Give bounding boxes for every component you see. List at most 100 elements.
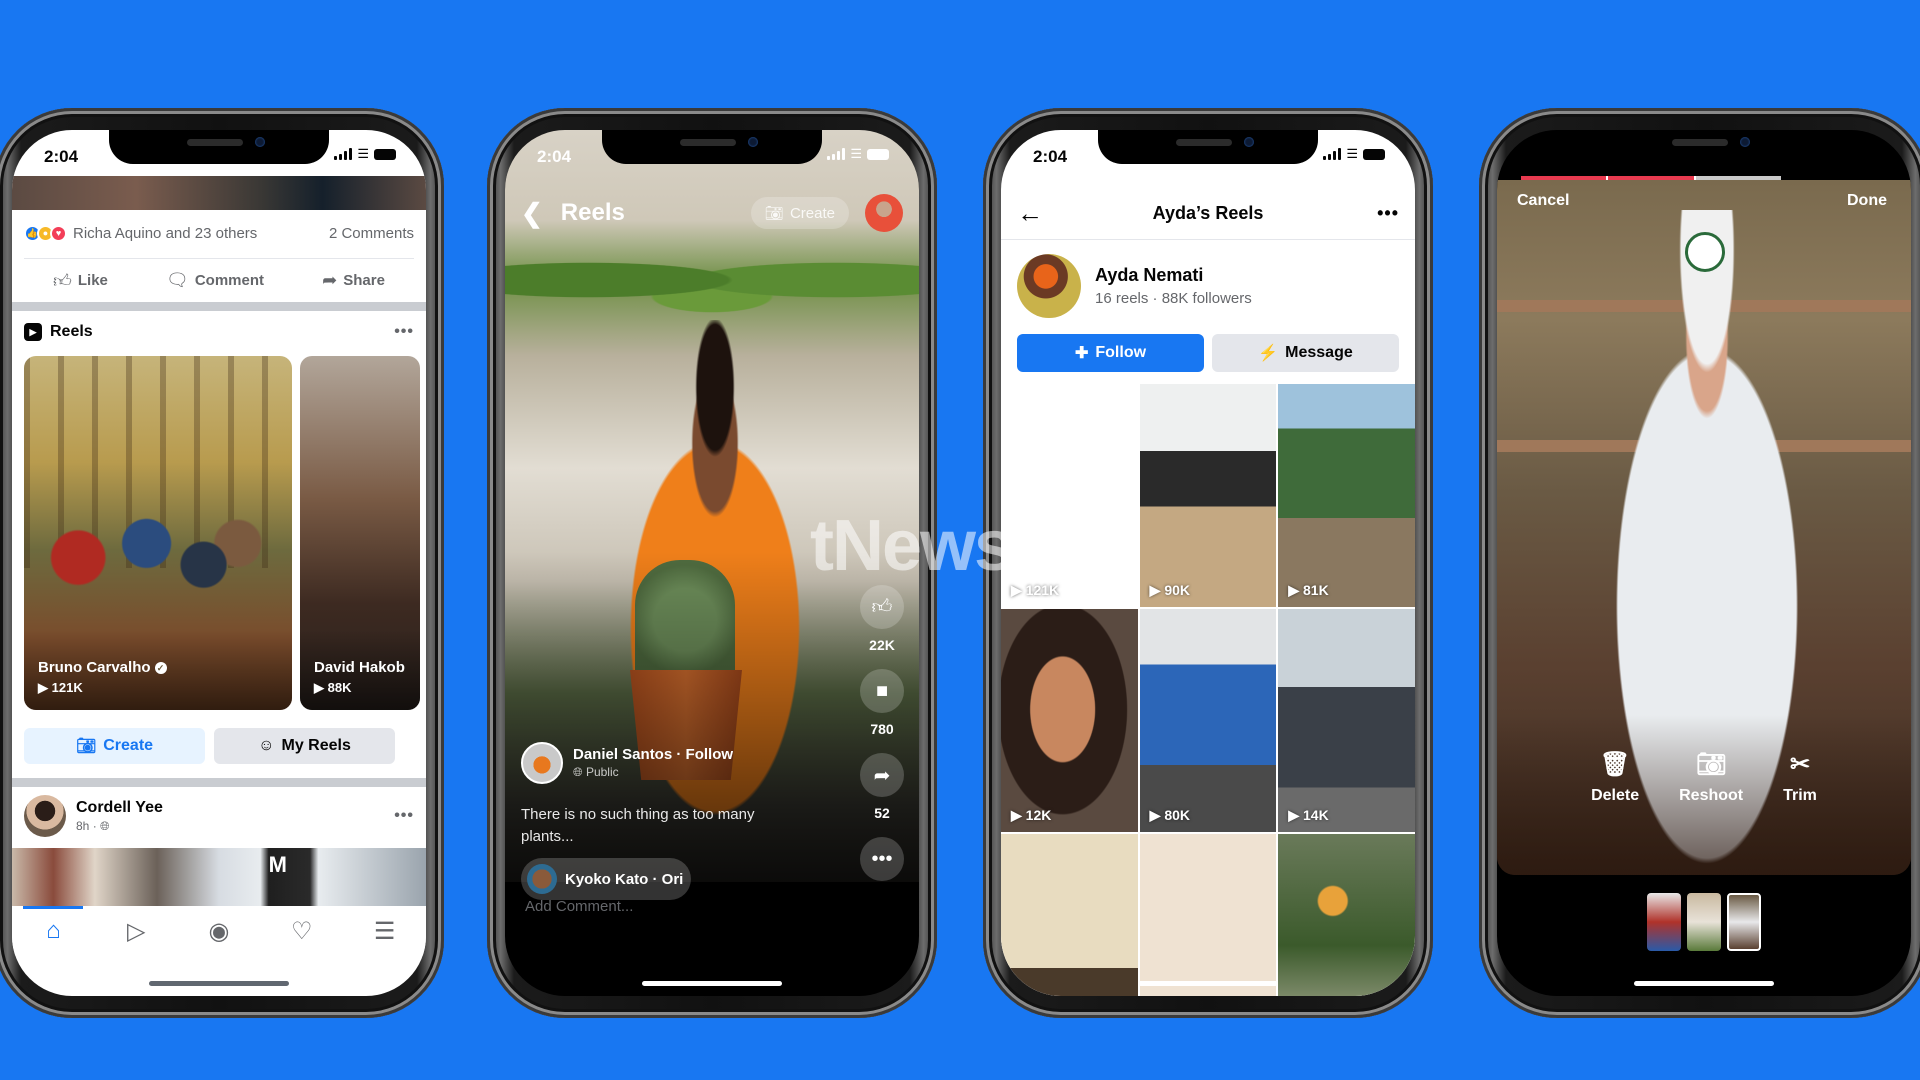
wifi-icon: ☰ [357,146,369,161]
battery-icon [374,149,396,160]
signal-icon [334,148,353,160]
feed-screen: 2:04 ☰ 👍 ● ♥ Richa Aquino and 23 others … [12,130,426,996]
profile-avatar[interactable] [865,194,903,232]
reel-card[interactable]: David Hakob ▶ 88K [300,356,420,710]
my-reels-button[interactable]: ☺ My Reels [214,728,395,764]
messenger-icon: ⚡ [1258,345,1279,362]
reel-tile[interactable]: ▶ 12K [1001,609,1138,832]
delete-button[interactable]: 🗑︎ Delete [1591,750,1639,805]
avatar[interactable] [24,795,66,837]
reel-card[interactable]: Bruno Carvalho ✓ ▶ 121K [24,356,292,710]
share-icon: ➦ [322,270,338,290]
comment-button[interactable]: 🗨︎ Comment [166,270,264,291]
menu-icon[interactable]: ☰ [365,917,405,946]
profile-avatar[interactable] [1017,254,1081,318]
wifi-icon: ☰ [850,146,862,161]
reel-tile[interactable]: ▶ 81K [1278,384,1415,607]
tile-views: 81K [1303,582,1329,598]
comment-bubble-icon: ■ [875,679,889,702]
watch-tab-icon[interactable]: ▷ [116,917,156,946]
create-button[interactable]: 📷︎ Create [750,197,849,229]
trim-button[interactable]: ✂ Trim [1783,750,1817,805]
share-button[interactable]: ➦ Share [322,270,385,291]
signal-icon [827,148,846,160]
page-title: Ayda’s Reels [1152,203,1264,223]
share-button[interactable]: ➦ [860,753,904,797]
message-button[interactable]: ⚡ Message [1212,334,1399,372]
reels-icon: ▶ [24,323,42,341]
notch [109,130,329,164]
play-icon: ▶ [1288,582,1300,598]
post-image[interactable]: M [12,848,426,906]
author-name[interactable]: Daniel Santos [573,746,672,763]
previous-post-image[interactable] [12,176,426,210]
author-avatar[interactable] [521,742,563,784]
home-tab-icon[interactable]: ⌂ [23,906,84,945]
reel-author-info: Daniel Santos · Follow 🌐︎ Public [521,742,733,784]
post-header: Cordell Yee 8h · 🌐︎ ••• [24,788,414,844]
tile-views: 12K [1025,807,1052,823]
profile-header-bar: ← Ayda’s Reels ••• [1001,188,1415,240]
play-icon: ▶ [1149,582,1161,598]
reel-tile[interactable]: ▶ 80K [1139,609,1277,832]
reel-author: David Hakob [314,659,405,676]
scissors-icon: ✂ [1789,751,1811,778]
reshoot-button[interactable]: 📷︎ Reshoot [1679,750,1743,805]
post-time[interactable]: 8h [76,819,89,833]
notifications-bell-icon[interactable]: ♡ [282,917,322,946]
reel-tile[interactable] [1001,834,1138,996]
comments-count[interactable]: 2 Comments [329,225,414,242]
signal-icon [1323,148,1342,160]
reactions-text[interactable]: Richa Aquino and 23 others [73,225,329,242]
cancel-button[interactable]: Cancel [1517,192,1569,210]
tile-views: 14K [1303,807,1329,823]
progress-segment [1521,176,1607,180]
phone-profile-reels: 2:04 ☰ ← Ayda’s Reels ••• Ayda Nemati 16… [983,108,1433,1018]
back-chevron-icon[interactable]: ❮ [521,198,543,229]
share-arrow-icon: ➦ [873,764,891,787]
notch [1098,130,1318,164]
reactions-summary[interactable]: 👍 ● ♥ Richa Aquino and 23 others 2 Comme… [12,210,426,256]
like-button[interactable]: 👍︎ [860,585,904,629]
reel-tile[interactable] [1139,834,1277,996]
reel-caption[interactable]: There is no such thing as too many plant… [521,804,801,848]
more-dots-icon: ••• [871,847,893,870]
create-reel-button[interactable]: 📷︎ Create [24,728,205,764]
audio-attribution[interactable]: Kyoko Kato · Ori [521,858,691,900]
tile-views: 80K [1164,807,1191,823]
groups-tab-icon[interactable]: ◉ [199,917,239,946]
back-arrow-icon[interactable]: ← [1017,198,1043,229]
post-author[interactable]: Cordell Yee [76,799,163,817]
done-button[interactable]: Done [1847,192,1887,210]
play-icon: ▶ [1011,582,1022,598]
more-options-icon[interactable]: ••• [394,323,414,341]
clip-thumbnail-selected[interactable] [1727,893,1761,951]
progress-segment [1693,176,1781,180]
verified-icon: ✓ [154,662,167,674]
like-icon: 👍︎ [53,270,72,291]
reel-tile[interactable] [1278,834,1415,996]
more-options-icon[interactable]: ••• [394,807,414,825]
comment-button[interactable]: ■ [860,669,904,713]
profile-info: Ayda Nemati 16 reels · 88K followers [1017,252,1399,320]
camera-icon: 📷︎ [75,738,97,755]
reel-tile[interactable]: ▶ 121K [1001,384,1138,607]
like-button[interactable]: 👍︎ Like [53,270,108,292]
follow-link[interactable]: Follow [686,746,734,763]
comment-icon: 🗨︎ [165,270,189,290]
home-indicator [1634,981,1774,986]
reel-viewer-screen: 2:04 ☰ ❮ Reels 📷︎ Create 👍︎ 22K ■ 780 ➦ [505,130,919,996]
clip-thumbnail[interactable] [1687,893,1721,951]
clip-thumbnail[interactable] [1647,893,1681,951]
more-options-icon[interactable]: ••• [1377,203,1399,224]
reel-tile[interactable]: ▶ 14K [1278,609,1415,832]
globe-icon: 🌐︎ [573,765,583,779]
page-title: Reels [560,199,625,226]
profile-name[interactable]: Ayda Nemati [1095,265,1252,286]
follow-button[interactable]: ✚ Follow [1017,334,1204,372]
more-options-button[interactable]: ••• [860,837,904,881]
reel-tile[interactable]: ▶ 90K [1139,384,1277,607]
progress-segment [1606,176,1694,180]
bottom-tab-bar: ⌂ ▷ ◉ ♡ ☰ [12,906,426,956]
profile-stats: 16 reels · 88K followers [1095,290,1252,307]
